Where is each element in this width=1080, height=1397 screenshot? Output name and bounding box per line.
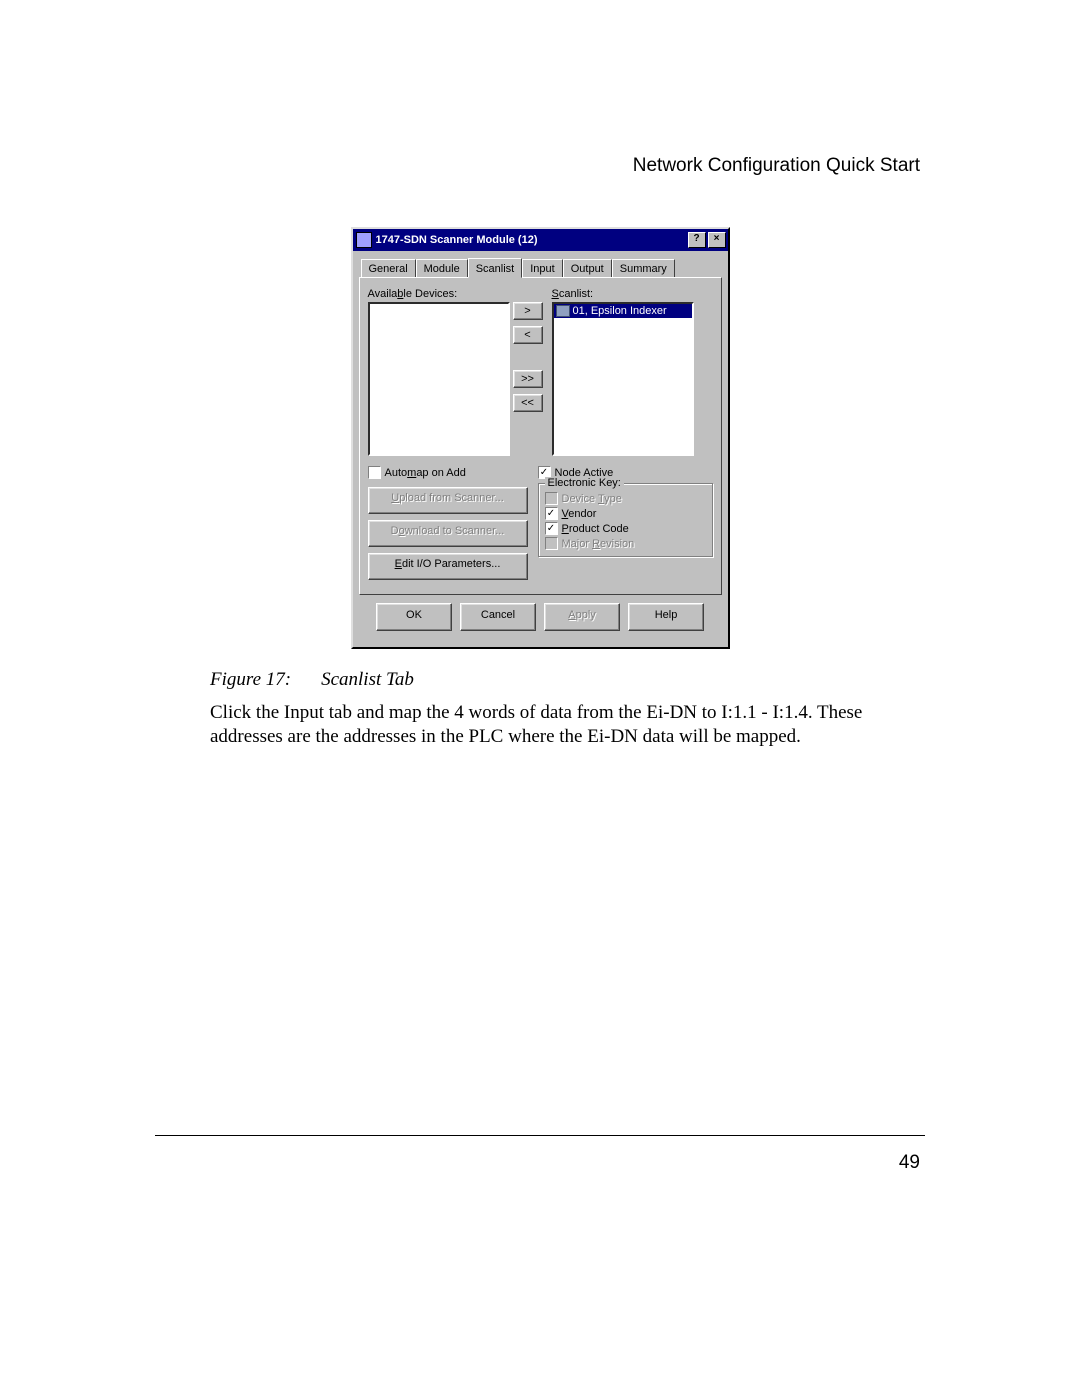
tab-scanlist[interactable]: Scanlist [468, 258, 523, 278]
dialog-titlebar: 1747-SDN Scanner Module (12) ? × [353, 229, 728, 251]
dialog-title: 1747-SDN Scanner Module (12) [376, 234, 686, 246]
apply-button[interactable]: Apply [544, 603, 620, 631]
available-devices-list[interactable] [368, 302, 510, 456]
list-item[interactable]: 01, Epsilon Indexer [554, 304, 692, 318]
tab-strip: General Module Scanlist Input Output Sum… [361, 259, 722, 279]
major-revision-row: Major Revision [545, 537, 706, 550]
tab-summary[interactable]: Summary [612, 259, 675, 279]
major-revision-label: Major Revision [562, 538, 635, 550]
electronic-key-label: Electronic Key: [545, 477, 624, 489]
scanlist-panel: Available Devices: > < >> << [359, 277, 722, 595]
device-type-checkbox [545, 492, 558, 505]
device-type-row: Device Type [545, 492, 706, 505]
product-code-checkbox[interactable]: ✓ [545, 522, 558, 535]
vendor-label: Vendor [562, 508, 597, 520]
upload-from-scanner-button[interactable]: Upload from Scanner... [368, 487, 528, 514]
footer-rule [155, 1135, 925, 1136]
section-header: Network Configuration Quick Start [155, 155, 925, 177]
page-number: 49 [899, 1152, 920, 1174]
dialog-button-row: OK Cancel Apply Help [359, 595, 722, 641]
vendor-row[interactable]: ✓ Vendor [545, 507, 706, 520]
edit-io-parameters-button[interactable]: Edit I/O Parameters... [368, 553, 528, 580]
device-icon [556, 305, 570, 317]
product-code-row[interactable]: ✓ Product Code [545, 522, 706, 535]
product-code-label: Product Code [562, 523, 629, 535]
ok-button[interactable]: OK [376, 603, 452, 631]
cancel-button[interactable]: Cancel [460, 603, 536, 631]
automap-checkbox[interactable] [368, 466, 381, 479]
vendor-checkbox[interactable]: ✓ [545, 507, 558, 520]
scanlist-label: Scanlist: [552, 288, 694, 300]
list-item-label: 01, Epsilon Indexer [573, 305, 667, 317]
close-icon[interactable]: × [708, 232, 726, 248]
help-button[interactable]: Help [628, 603, 704, 631]
automap-checkbox-row[interactable]: Automap on Add [368, 466, 538, 479]
electronic-key-group: Electronic Key: Device Type ✓ [538, 483, 713, 557]
automap-label: Automap on Add [385, 467, 466, 479]
scanlist-list[interactable]: 01, Epsilon Indexer [552, 302, 694, 456]
dialog-icon [356, 232, 372, 248]
remove-all-button[interactable]: << [513, 394, 543, 412]
help-icon[interactable]: ? [688, 232, 706, 248]
tab-input[interactable]: Input [522, 259, 562, 279]
tab-module[interactable]: Module [416, 259, 468, 279]
tab-output[interactable]: Output [563, 259, 612, 279]
download-to-scanner-button[interactable]: Download to Scanner... [368, 520, 528, 547]
major-revision-checkbox [545, 537, 558, 550]
scanner-module-dialog: 1747-SDN Scanner Module (12) ? × General… [351, 227, 730, 649]
body-paragraph: Click the Input tab and map the 4 words … [155, 701, 925, 749]
figure-caption: Figure 17:Scanlist Tab [155, 669, 925, 691]
tab-general[interactable]: General [361, 259, 416, 279]
remove-button[interactable]: < [513, 326, 543, 344]
available-devices-label: Available Devices: [368, 288, 510, 300]
add-all-button[interactable]: >> [513, 370, 543, 388]
device-type-label: Device Type [562, 493, 622, 505]
add-button[interactable]: > [513, 302, 543, 320]
